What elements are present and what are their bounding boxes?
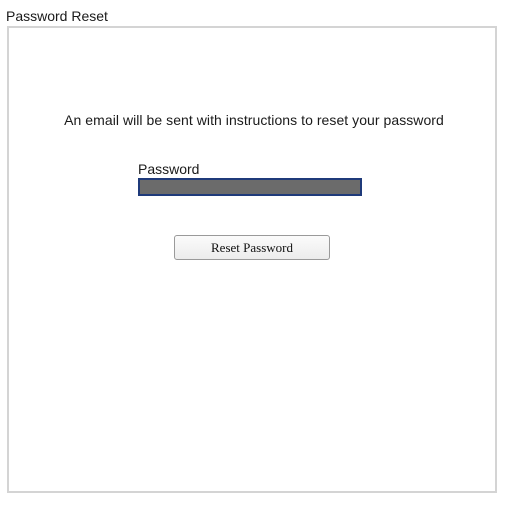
password-label: Password	[138, 161, 200, 177]
reset-password-button[interactable]: Reset Password	[174, 235, 330, 260]
password-input[interactable]	[138, 178, 362, 196]
instructions-text: An email will be sent with instructions …	[64, 112, 444, 128]
password-reset-panel: An email will be sent with instructions …	[7, 26, 497, 493]
page-title: Password Reset	[6, 8, 108, 24]
